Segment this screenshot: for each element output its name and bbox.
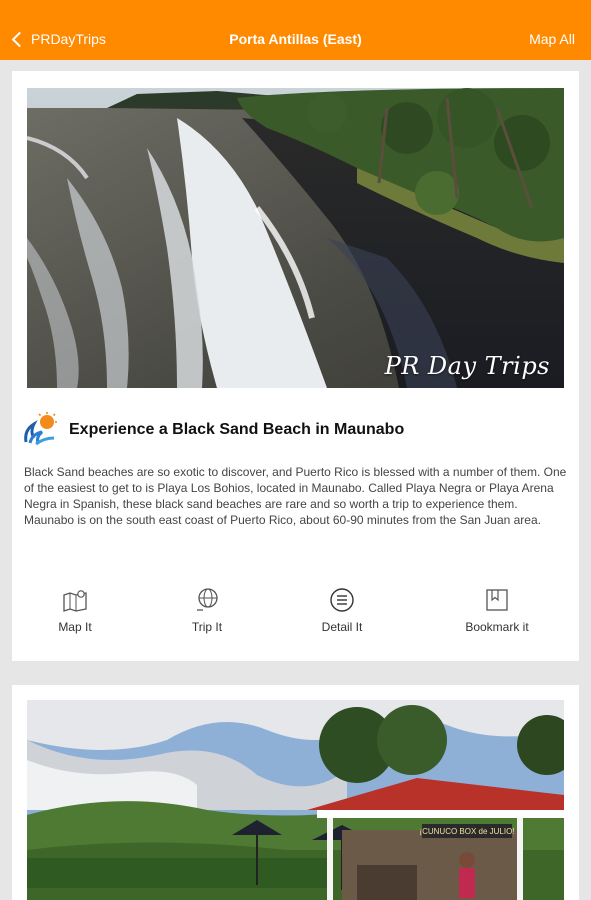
detail-it-label: Detail It xyxy=(321,620,363,634)
list-icon xyxy=(330,588,354,612)
trip-action-bar: Map It Trip It Detail It Bookmark it xyxy=(12,586,579,642)
trip-description: Black Sand beaches are so exotic to disc… xyxy=(24,465,567,527)
page-title: Porta Antillas (East) xyxy=(229,31,362,47)
map-it-button[interactable]: Map It xyxy=(30,586,120,635)
top-app-bar: PRDayTrips Porta Antillas (East) Map All xyxy=(0,0,591,60)
kiosk-sign-text: ¡CUNUCO BOX de JULIO! xyxy=(419,827,514,836)
roadside-kiosk-image: ¡CUNUCO BOX de JULIO! xyxy=(27,700,564,900)
trip-card: ¡CUNUCO BOX de JULIO! xyxy=(12,685,579,900)
trip-card: PR Day Trips Experience a Black Sand Bea… xyxy=(12,71,579,661)
beach-sun-waves-icon xyxy=(24,412,57,446)
bookmark-icon xyxy=(486,589,508,611)
map-all-button[interactable]: Map All xyxy=(529,30,575,48)
black-sand-beach-image xyxy=(27,88,564,388)
bookmark-it-label: Bookmark it xyxy=(465,620,529,634)
globe-icon xyxy=(197,588,218,611)
detail-it-button[interactable]: Detail It xyxy=(297,586,387,635)
bookmark-it-button[interactable]: Bookmark it xyxy=(452,586,542,635)
trip-photo[interactable]: ¡CUNUCO BOX de JULIO! xyxy=(27,700,564,900)
trip-title: Experience a Black Sand Beach in Maunabo xyxy=(69,421,405,438)
trip-photo[interactable]: PR Day Trips xyxy=(27,88,564,388)
watermark-logo: PR Day Trips xyxy=(384,352,550,380)
trip-it-button[interactable]: Trip It xyxy=(162,586,252,635)
map-it-label: Map It xyxy=(58,620,92,634)
map-icon xyxy=(63,590,87,612)
trip-it-label: Trip It xyxy=(191,620,223,634)
